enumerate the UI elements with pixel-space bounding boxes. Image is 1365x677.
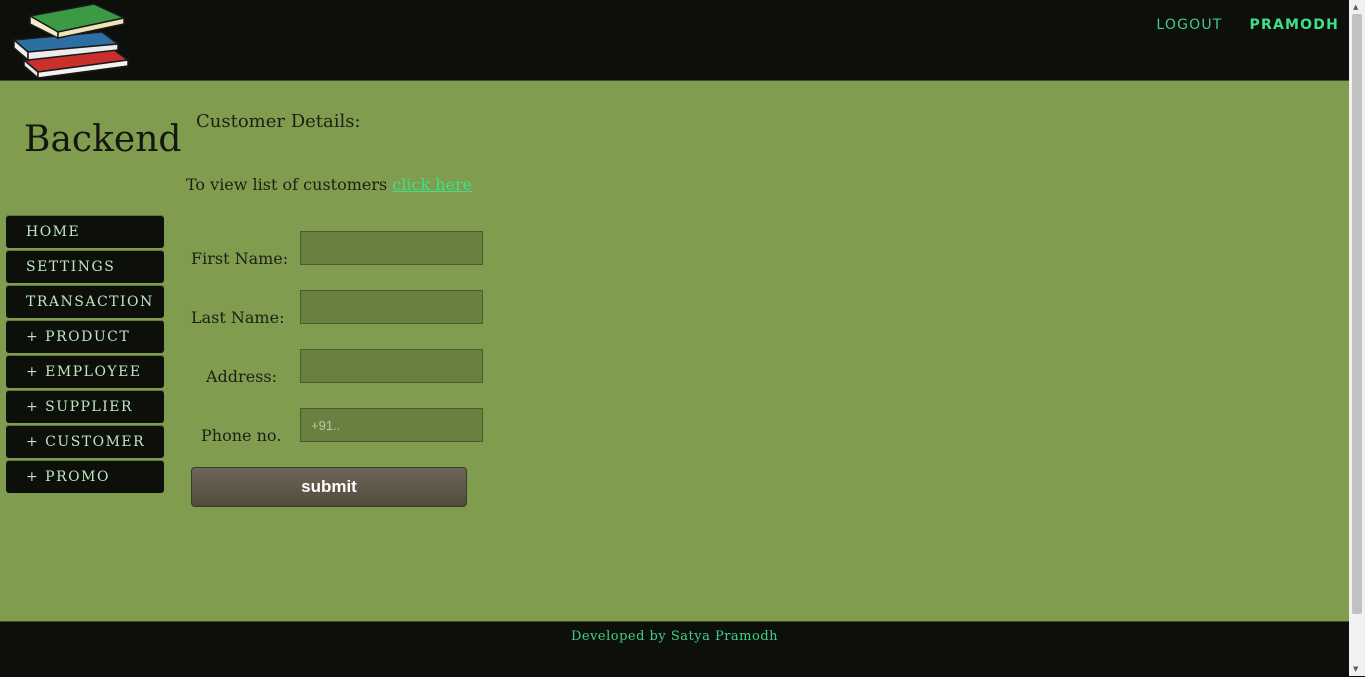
- main-content: Backend HOME SETTINGS TRANSACTION + PROD…: [0, 81, 1349, 621]
- header-bar: LOGOUT PRAMODH: [0, 0, 1349, 81]
- vertical-scrollbar[interactable]: ▲ ▼: [1349, 0, 1365, 676]
- address-field[interactable]: [300, 349, 483, 383]
- sidebar-item-supplier[interactable]: + SUPPLIER: [6, 390, 164, 423]
- sidebar-item-home[interactable]: HOME: [6, 215, 164, 248]
- sidebar-item-transaction[interactable]: TRANSACTION: [6, 285, 164, 318]
- footer-credit: Developed by Satya Pramodh: [570, 629, 779, 644]
- top-nav: LOGOUT PRAMODH: [1156, 17, 1339, 33]
- sidebar-item-product[interactable]: + PRODUCT: [6, 320, 164, 353]
- page-title: Customer Details:: [196, 111, 361, 132]
- sidebar-item-employee[interactable]: + EMPLOYEE: [6, 355, 164, 388]
- backend-title: Backend: [24, 119, 182, 160]
- footer: Developed by Satya Pramodh: [0, 621, 1349, 677]
- books-stack-icon[interactable]: [10, 2, 130, 80]
- scrollbar-thumb[interactable]: [1352, 14, 1362, 614]
- sidebar-menu: HOME SETTINGS TRANSACTION + PRODUCT + EM…: [6, 215, 164, 495]
- view-customers-link[interactable]: click here: [392, 175, 472, 194]
- scroll-up-icon[interactable]: ▲: [1353, 3, 1358, 11]
- sidebar-item-promo[interactable]: + PROMO: [6, 460, 164, 493]
- scroll-down-icon[interactable]: ▼: [1353, 665, 1358, 673]
- first-name-label: First Name:: [191, 249, 289, 268]
- submit-button[interactable]: submit: [191, 467, 467, 507]
- address-label: Address:: [206, 367, 277, 386]
- phone-label: Phone no.: [201, 426, 282, 445]
- view-customers-text: To view list of customers: [186, 175, 393, 194]
- last-name-label: Last Name:: [191, 308, 285, 327]
- sidebar-item-settings[interactable]: SETTINGS: [6, 250, 164, 283]
- logout-link[interactable]: LOGOUT: [1156, 17, 1222, 33]
- phone-field[interactable]: [300, 408, 483, 442]
- user-profile-link[interactable]: PRAMODH: [1250, 17, 1339, 33]
- sidebar-item-customer[interactable]: + CUSTOMER: [6, 425, 164, 458]
- first-name-field[interactable]: [300, 231, 483, 265]
- last-name-field[interactable]: [300, 290, 483, 324]
- view-customers-line: To view list of customers click here: [186, 175, 472, 194]
